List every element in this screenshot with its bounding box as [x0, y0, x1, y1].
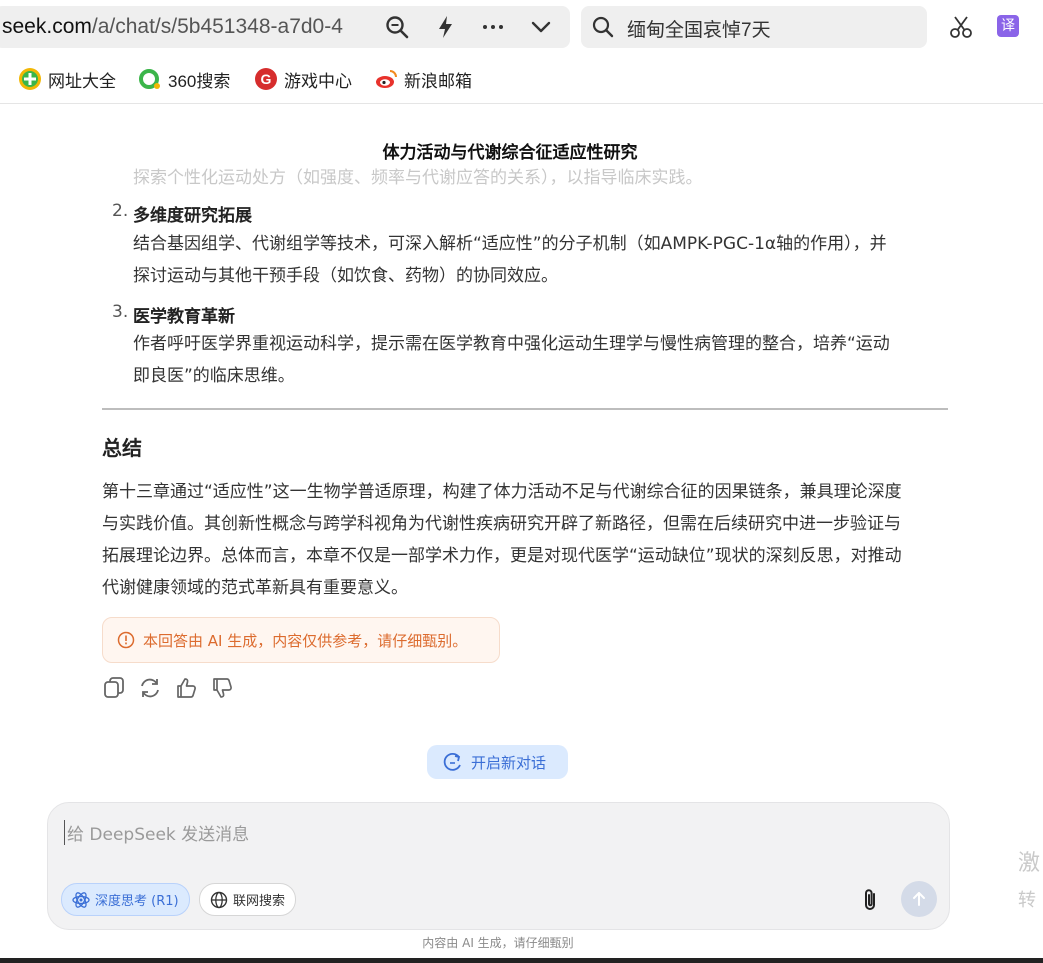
game-center-icon: G [255, 68, 277, 90]
360-search-icon [139, 69, 160, 89]
globe-icon [210, 891, 228, 908]
bookmark-label: 网址大全 [48, 71, 116, 91]
taskbar-edge [0, 958, 1043, 963]
summary-paragraph: 第十三章通过“适应性”这一生物学普适原理，构建了体力活动不足与代谢综合征的因果链… [102, 476, 952, 604]
attachment-icon[interactable] [859, 887, 883, 913]
text-line: 拓展理论边界。总体而言，本章不仅是一部学术力作，更是对现代医学“运动缺位”现状的… [102, 546, 902, 566]
browser-toolbar: seek.com/a/chat/s/5b451348-a7d0-4 缅甸全国哀悼… [0, 0, 1043, 55]
footer-disclaimer: 内容由 AI 生成，请仔细甄别 [422, 936, 574, 950]
toolbar-divider [0, 103, 1043, 104]
thumbs-up-icon[interactable] [174, 676, 198, 700]
bookmark-label: 新浪邮箱 [404, 71, 472, 91]
lightning-icon[interactable] [433, 14, 459, 40]
regenerate-icon[interactable] [138, 676, 162, 700]
bookmarks-bar: 网址大全 360搜索 G 游戏中心 新浪邮箱 [0, 60, 1043, 98]
faded-text-line: 探索个性化运动处方（如强度、频率与代谢应答的关系），以指导临床实践。 [133, 168, 703, 187]
web-search-label: 联网搜索 [233, 894, 286, 909]
text-line: 代谢健康领域的范式革新具有重要意义。 [102, 578, 408, 598]
search-query[interactable]: 缅甸全国哀悼7天 [627, 15, 771, 42]
translate-icon[interactable]: 译 [997, 15, 1019, 37]
chevron-down-icon[interactable] [528, 14, 554, 40]
atom-icon [72, 891, 90, 908]
ai-disclaimer-notice: 本回答由 AI 生成，内容仅供参考，请仔细甄别。 [102, 617, 500, 663]
thumbs-down-icon[interactable] [210, 676, 234, 700]
more-icon[interactable] [480, 14, 506, 40]
list-body: 结合基因组学、代谢组学等技术，可深入解析“适应性”的分子机制（如AMPK-PGC… [133, 228, 948, 292]
side-overlay-text: 转 [1018, 890, 1036, 911]
deep-think-label: 深度思考 (R1) [95, 894, 179, 909]
message-input[interactable]: 给 DeepSeek 发送消息 [64, 820, 249, 845]
address-text[interactable]: seek.com/a/chat/s/5b451348-a7d0-4 [2, 15, 343, 39]
new-chat-icon [443, 752, 461, 771]
sticky-title: 体力活动与代谢综合征适应性研究 [382, 143, 638, 163]
text-line: 即良医”的临床思维。 [133, 366, 295, 386]
side-overlay-text: 激 [1018, 851, 1041, 876]
url-path: /a/chat/s/5b451348-a7d0-4 [91, 15, 343, 38]
sina-mail-icon [376, 70, 397, 88]
list-number: 3. [112, 302, 129, 322]
new-chat-button[interactable]: 开启新对话 [427, 745, 568, 779]
new-chat-label: 开启新对话 [471, 753, 547, 772]
bookmark-item[interactable]: G 游戏中心 [254, 66, 352, 92]
svg-text:G: G [261, 71, 272, 87]
web-search-toggle[interactable]: 联网搜索 [199, 883, 297, 916]
web-directory-icon [19, 68, 41, 90]
summary-heading: 总结 [102, 436, 142, 460]
list-heading: 医学教育革新 [133, 307, 235, 327]
deep-think-toggle[interactable]: 深度思考 (R1) [61, 883, 190, 916]
list-number: 2. [112, 201, 129, 221]
list-body: 作者呼吁医学界重视运动科学，提示需在医学教育中强化运动生理学与慢性病管理的整合，… [133, 328, 948, 392]
copy-icon[interactable] [102, 676, 126, 700]
list-heading: 多维度研究拓展 [133, 206, 252, 226]
ai-disclaimer-text: 本回答由 AI 生成，内容仅供参考，请仔细甄别。 [143, 631, 468, 650]
url-host: seek.com [2, 15, 92, 38]
text-line: 结合基因组学、代谢组学等技术，可深入解析“适应性”的分子机制（如AMPK-PGC… [133, 234, 887, 254]
text-line: 探讨运动与其他干预手段（如饮食、药物）的协同效应。 [133, 266, 558, 286]
text-line: 作者呼吁医学界重视运动科学，提示需在医学教育中强化运动生理学与慢性病管理的整合，… [133, 334, 890, 354]
address-bar[interactable]: seek.com/a/chat/s/5b451348-a7d0-4 [0, 6, 570, 48]
section-divider [102, 408, 948, 410]
bookmark-item[interactable]: 新浪邮箱 [374, 66, 472, 92]
bookmark-item[interactable]: 360搜索 [138, 66, 230, 92]
scissors-icon[interactable] [948, 14, 974, 40]
bookmark-label: 游戏中心 [284, 71, 352, 91]
info-icon [117, 631, 135, 649]
bookmark-item[interactable]: 网址大全 [18, 66, 116, 92]
send-button[interactable] [901, 881, 937, 917]
text-line: 第十三章通过“适应性”这一生物学普适原理，构建了体力活动不足与代谢综合征的因果链… [102, 482, 902, 502]
arrow-up-icon [913, 892, 925, 906]
search-box[interactable]: 缅甸全国哀悼7天 [581, 6, 927, 48]
text-line: 与实践价值。其创新性概念与跨学科视角为代谢性疾病研究开辟了新路径，但需在后续研究… [102, 514, 901, 534]
search-icon [592, 16, 614, 38]
message-composer[interactable]: 给 DeepSeek 发送消息 深度思考 (R1) 联网搜索 [47, 802, 950, 930]
bookmark-label: 360搜索 [168, 71, 231, 91]
zoom-icon[interactable] [384, 14, 410, 40]
